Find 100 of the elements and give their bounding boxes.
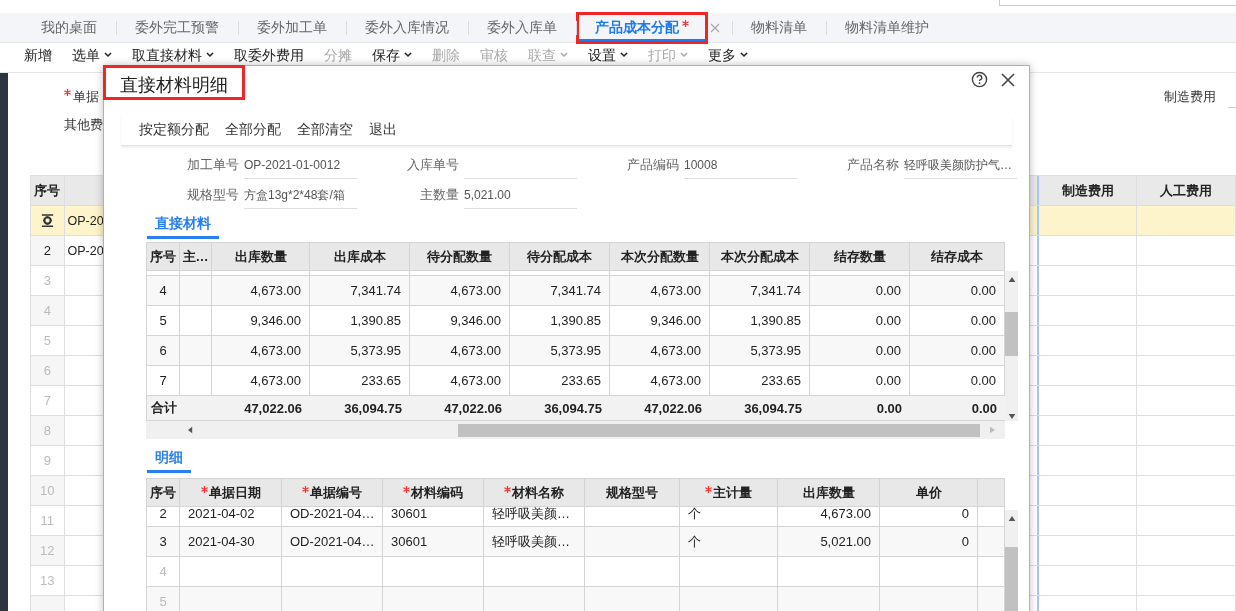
- caret-icon: [206, 52, 214, 58]
- table-cell: 4,673.00: [212, 336, 310, 366]
- vertical-scrollbar[interactable]: [1005, 271, 1018, 421]
- action-button[interactable]: 全部分配: [217, 121, 289, 139]
- input-field[interactable]: [999, 0, 1236, 6]
- tab[interactable]: 物料清单维护: [826, 11, 948, 44]
- column-header: 序号: [146, 242, 180, 271]
- tab[interactable]: 物料清单: [732, 11, 826, 44]
- required-icon: [302, 486, 309, 493]
- table-cell: OD-2021-04…: [282, 527, 383, 557]
- dialog-title: 直接材料明细: [103, 65, 245, 100]
- horizontal-scrollbar[interactable]: [146, 421, 1005, 439]
- table-cell: 0: [880, 527, 978, 557]
- column-header: 本次分配数量: [610, 242, 710, 271]
- gear-icon[interactable]: [39, 213, 55, 228]
- toolbar-button[interactable]: 取直接材料: [122, 47, 224, 63]
- column-header: 出库数量: [212, 242, 310, 271]
- input-field[interactable]: 方盒13g*2*48套/箱: [244, 186, 357, 209]
- scroll-right-icon[interactable]: [990, 426, 995, 434]
- table-cell: 7,341.74: [710, 276, 810, 306]
- column-header: 本次分配成本: [710, 242, 810, 271]
- table-cell: 7,341.74: [310, 276, 410, 306]
- table-cell: 0.00: [810, 276, 910, 306]
- row-number: 6: [146, 336, 180, 366]
- tab[interactable]: 委外加工单: [238, 11, 346, 44]
- table-cell: 2021-04-30: [180, 527, 282, 557]
- required-icon: [705, 486, 712, 493]
- caret-icon: [404, 52, 412, 58]
- tab[interactable]: 委外完工预警: [116, 11, 238, 44]
- column-header: [978, 478, 1005, 507]
- field-label: 入库单号: [406, 156, 459, 174]
- column-header: 出库数量: [778, 478, 880, 507]
- column-header: 材料名称: [484, 478, 585, 507]
- column-header: 序号: [30, 176, 65, 205]
- toolbar-button[interactable]: 保存: [362, 47, 422, 63]
- table-cell: 4,673.00: [610, 336, 710, 366]
- required-icon: [682, 19, 689, 27]
- row-number: 4: [30, 296, 65, 325]
- column-header: 单价: [880, 478, 978, 507]
- column-header: 序号: [146, 478, 180, 507]
- column-header: 规格型号: [585, 478, 680, 507]
- toolbar-button[interactable]: 更多: [698, 47, 758, 63]
- column-header: 材料编码: [383, 478, 484, 507]
- action-button[interactable]: 按定额分配: [131, 121, 217, 139]
- field-label: 单据: [73, 88, 99, 106]
- field-label: 主数量: [419, 186, 459, 204]
- column-header: 主计量: [680, 478, 778, 507]
- field-label: 产品名称: [846, 156, 899, 174]
- table-cell: 4,673.00: [212, 276, 310, 306]
- table-cell: 5,021.00: [778, 527, 880, 557]
- action-button[interactable]: 退出: [361, 121, 405, 139]
- toolbar-button[interactable]: 取委外费用: [224, 47, 314, 63]
- input-field[interactable]: 轻呼吸美颜防护气…: [904, 156, 1017, 179]
- action-button[interactable]: 全部清空: [289, 121, 361, 139]
- help-icon[interactable]: [971, 71, 988, 88]
- row-number: 3: [30, 266, 65, 295]
- tab[interactable]: 明细: [147, 449, 191, 473]
- toolbar-button[interactable]: 新增: [14, 47, 62, 63]
- toolbar-button[interactable]: 设置: [578, 47, 638, 63]
- row-number: 12: [30, 536, 65, 565]
- row-number: 5: [30, 326, 65, 355]
- input-field[interactable]: 5,021.00: [464, 186, 577, 209]
- row-number: 11: [30, 506, 65, 535]
- table-cell: 4,673.00: [410, 276, 510, 306]
- tab[interactable]: 产品成本分配: [576, 11, 708, 44]
- column-header: 制造费用: [1038, 176, 1138, 205]
- column-header: 待分配数量: [410, 242, 510, 271]
- row-number: 6: [30, 356, 65, 385]
- required-icon: [200, 486, 208, 493]
- field-label: 加工单号: [186, 156, 239, 174]
- caret-icon: [620, 52, 628, 58]
- tab[interactable]: 直接材料: [147, 215, 219, 239]
- row-number: 7: [30, 386, 65, 415]
- table-cell: 7,341.74: [510, 276, 610, 306]
- row-number: 13: [30, 566, 65, 595]
- column-header: 单据编号: [282, 478, 383, 507]
- scroll-up-icon[interactable]: [1007, 516, 1016, 521]
- row-number: 10: [30, 476, 65, 505]
- tab[interactable]: 委外入库情况: [346, 11, 468, 44]
- field-label: 制造费用: [1164, 88, 1216, 106]
- column-header: 出库成本: [310, 242, 410, 271]
- row-number: 4: [146, 276, 180, 306]
- table-cell: [180, 336, 212, 366]
- row-number: 3: [146, 527, 180, 557]
- column-header: 单据日期: [180, 478, 282, 507]
- tab[interactable]: 委外入库单: [468, 11, 576, 44]
- scroll-left-icon[interactable]: [188, 426, 193, 434]
- input-field[interactable]: OP-2021-01-0012: [244, 156, 357, 179]
- row-number: 9: [30, 446, 65, 475]
- scroll-down-icon[interactable]: [1007, 414, 1016, 419]
- vertical-scrollbar[interactable]: [1005, 510, 1018, 611]
- row-number: 5: [146, 587, 180, 611]
- table-cell: 5,373.95: [510, 336, 610, 366]
- scroll-up-icon[interactable]: [1007, 277, 1016, 282]
- table-cell: 个: [680, 527, 778, 557]
- column-header: 结存成本: [910, 242, 1005, 271]
- close-icon[interactable]: [1001, 72, 1015, 87]
- tab[interactable]: 我的桌面: [22, 11, 116, 44]
- toolbar-button[interactable]: 选单: [62, 47, 122, 63]
- input-field[interactable]: 10008: [684, 156, 797, 179]
